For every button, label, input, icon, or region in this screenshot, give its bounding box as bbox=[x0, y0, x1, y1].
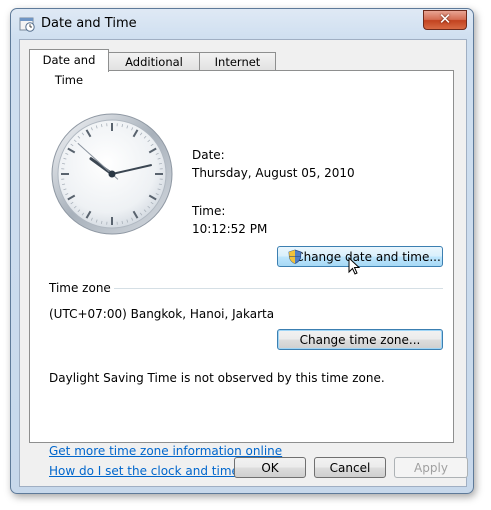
cancel-button[interactable]: Cancel bbox=[314, 457, 386, 478]
time-zone-value: (UTC+07:00) Bangkok, Hanoi, Jakarta bbox=[49, 307, 275, 321]
date-value: Thursday, August 05, 2010 bbox=[192, 166, 355, 180]
date-label: Date: bbox=[192, 148, 225, 162]
time-value: 10:12:52 PM bbox=[192, 222, 268, 236]
apply-button[interactable]: Apply bbox=[394, 457, 468, 478]
date-time-dialog: Date and Time ✕ Date and Time Additional… bbox=[10, 8, 474, 494]
tab-panel: Date: Thursday, August 05, 2010 Time: 10… bbox=[29, 70, 454, 478]
date-time-app-icon bbox=[19, 17, 35, 32]
close-button[interactable]: ✕ bbox=[423, 10, 467, 30]
tab-date-and-time[interactable]: Date and Time bbox=[29, 49, 109, 87]
analog-clock bbox=[51, 113, 173, 235]
time-label: Time: bbox=[192, 204, 226, 218]
change-date-time-label: Change date and time... bbox=[295, 250, 441, 264]
close-icon: ✕ bbox=[438, 10, 452, 28]
dialog-body: Date and Time Additional Clocks Internet… bbox=[19, 39, 468, 487]
window-title: Date and Time bbox=[41, 16, 137, 31]
time-zone-section-label: Time zone bbox=[49, 281, 111, 295]
title-bar[interactable]: Date and Time ✕ bbox=[11, 9, 473, 39]
time-zone-divider bbox=[114, 288, 443, 289]
tab-internet-time[interactable]: Internet Time bbox=[199, 52, 276, 87]
tab-additional-clocks[interactable]: Additional Clocks bbox=[108, 52, 200, 87]
clock-center-pin bbox=[108, 170, 116, 178]
ok-button[interactable]: OK bbox=[234, 457, 306, 478]
change-time-zone-button[interactable]: Change time zone... bbox=[277, 329, 443, 350]
mouse-cursor-icon bbox=[348, 257, 361, 275]
uac-shield-icon bbox=[288, 249, 302, 264]
dst-note: Daylight Saving Time is not observed by … bbox=[49, 371, 385, 385]
more-time-zone-info-link[interactable]: Get more time zone information online bbox=[49, 444, 282, 458]
